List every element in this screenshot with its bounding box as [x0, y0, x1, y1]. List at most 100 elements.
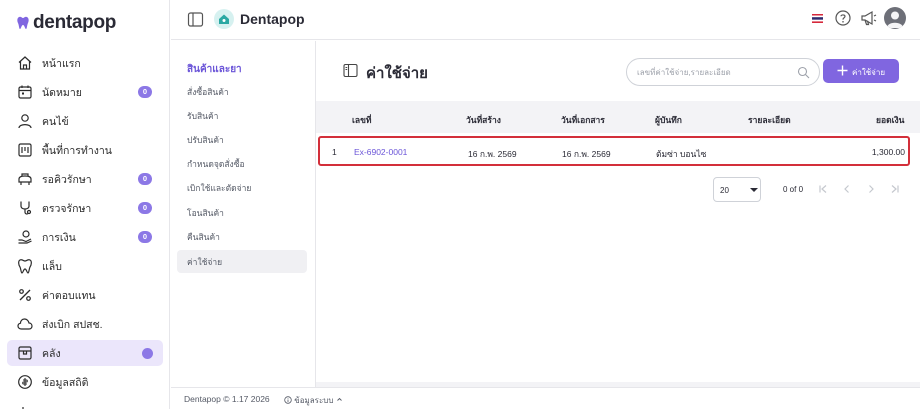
- nav-item-label: คลัง: [42, 347, 61, 360]
- last-page-icon[interactable]: [889, 183, 901, 195]
- waiting-icon: [18, 173, 32, 185]
- add-expense-button[interactable]: ค่าใช้จ่าย: [823, 59, 899, 83]
- app: dentapop หน้าแรก นัดหมาย 0 คนไข้ พื้นที่…: [0, 0, 920, 409]
- nav-item-appointments[interactable]: นัดหมาย 0: [7, 79, 163, 105]
- next-page-icon[interactable]: [865, 183, 877, 195]
- cloud-icon: [17, 318, 33, 330]
- search-input[interactable]: [637, 65, 787, 80]
- nav-item-inventory[interactable]: คลัง: [7, 340, 163, 366]
- count-badge: 0: [138, 231, 152, 243]
- more-nav-items-peek: [17, 401, 31, 409]
- count-badge: 0: [138, 202, 152, 214]
- nav-item-label: แล็บ: [42, 260, 62, 273]
- system-info-label: ข้อมูลระบบ: [294, 396, 334, 405]
- top-header: Dentapop: [171, 0, 920, 40]
- nav-item-lab[interactable]: แล็บ: [7, 253, 163, 279]
- amount-cell: 1,300.00: [871, 147, 905, 157]
- nav-item-label: ข้อมูลสถิติ: [42, 376, 89, 389]
- nav-item-label: คนไข้: [42, 115, 69, 128]
- nav-item-patients[interactable]: คนไข้: [7, 108, 163, 134]
- column-header-document-date[interactable]: วันที่เอกสาร: [561, 113, 605, 127]
- nav-item-finance[interactable]: การเงิน 0: [7, 224, 163, 250]
- finance-icon: [18, 230, 32, 244]
- column-header-detail[interactable]: รายละเอียด: [748, 113, 791, 127]
- column-header-recorder[interactable]: ผู้บันทึก: [655, 113, 682, 127]
- nav-item-label: นัดหมาย: [42, 86, 82, 99]
- document-date-cell: 16 ก.พ. 2569: [562, 149, 611, 159]
- user-icon: [18, 114, 32, 129]
- sidebar: dentapop หน้าแรก นัดหมาย 0 คนไข้ พื้นที่…: [0, 0, 170, 409]
- count-badge: 0: [138, 86, 152, 98]
- recorder-cell: ต้มซ่า บอนไซ: [656, 149, 707, 159]
- lab-tooth-icon: [18, 259, 32, 274]
- sidebar-toggle-icon[interactable]: [187, 11, 204, 28]
- nav-item-treatment[interactable]: ตรวจรักษา 0: [7, 195, 163, 221]
- expense-number-link[interactable]: Ex-6902-0001: [354, 147, 407, 157]
- submenu-item-transfer[interactable]: โอนสินค้า: [177, 201, 307, 224]
- nav-item-label: ตรวจรักษา: [42, 202, 92, 215]
- home-icon: [18, 56, 32, 70]
- help-icon[interactable]: [835, 10, 851, 26]
- system-info-link[interactable]: ข้อมูลระบบ: [284, 394, 343, 407]
- thai-flag-icon[interactable]: [812, 13, 823, 24]
- column-header-created-date[interactable]: วันที่สร้าง: [466, 113, 501, 127]
- header-title: Dentapop: [240, 11, 305, 27]
- info-icon: [284, 396, 292, 404]
- logo[interactable]: dentapop: [17, 12, 116, 34]
- footer-copyright: Dentapop © 1.17 2026: [184, 394, 270, 404]
- tooth-icon: [17, 16, 29, 29]
- nav-item-label: พื้นที่การทำงาน: [42, 144, 112, 157]
- first-page-icon[interactable]: [817, 183, 829, 195]
- treatment-icon: [20, 201, 32, 215]
- column-header-number[interactable]: เลขที่: [352, 113, 372, 127]
- nav-item-label: ส่งเบิก สปสช.: [42, 318, 103, 331]
- inventory-box-icon: [18, 346, 32, 360]
- megaphone-icon[interactable]: [860, 9, 878, 27]
- table-header: เลขที่ วันที่สร้าง วันที่เอกสาร ผู้บันทึ…: [316, 101, 920, 133]
- add-expense-label: ค่าใช้จ่าย: [852, 68, 886, 77]
- percent-icon: [19, 289, 31, 301]
- active-indicator-dot: [142, 347, 153, 359]
- submenu-item-purchase-order[interactable]: สั่งซื้อสินค้า: [177, 80, 307, 103]
- created-date-cell: 16 ก.พ. 2569: [468, 149, 517, 159]
- nav-item-statistics[interactable]: ข้อมูลสถิติ: [7, 369, 163, 395]
- nav-item-label: ค่าตอบแทน: [42, 289, 96, 302]
- previous-page-icon[interactable]: [841, 183, 853, 195]
- nav-item-label: หน้าแรก: [42, 57, 81, 70]
- search-box: [626, 58, 820, 86]
- submenu-item-reorder-point[interactable]: กำหนดจุดสั่งซื้อ: [177, 152, 307, 175]
- count-badge: 0: [138, 173, 152, 185]
- footer: Dentapop © 1.17 2026 ข้อมูลระบบ: [171, 387, 920, 409]
- nav-item-label: การเงิน: [42, 231, 76, 244]
- row-index: 1: [332, 147, 337, 157]
- column-header-amount[interactable]: ยอดเงิน: [876, 113, 904, 127]
- plus-icon: [837, 65, 848, 76]
- submenu-item-expenses[interactable]: ค่าใช้จ่าย: [177, 250, 307, 273]
- chevron-up-icon: [336, 397, 342, 401]
- brand-name: dentapop: [33, 12, 117, 33]
- pagination: 20 0 of 0: [713, 177, 913, 202]
- workspace-icon: [18, 143, 32, 157]
- inventory-submenu: สินค้าและยา สั่งซื้อสินค้า รับสินค้า ปรั…: [171, 41, 316, 387]
- nav-item-home[interactable]: หน้าแรก: [7, 50, 163, 76]
- submenu-heading: สินค้าและยา: [187, 64, 242, 75]
- nav-item-waiting-queue[interactable]: รอคิวรักษา 0: [7, 166, 163, 192]
- main-content: ค่าใช้จ่าย ค่าใช้จ่าย เลขที่ วันที่สร้าง…: [316, 41, 920, 387]
- calendar-icon: [18, 85, 32, 99]
- table-row[interactable]: 1 Ex-6902-0001 16 ก.พ. 2569 16 ก.พ. 2569…: [318, 136, 910, 166]
- search-icon[interactable]: [797, 66, 810, 79]
- nav-item-nhso-claim[interactable]: ส่งเบิก สปสช.: [7, 311, 163, 337]
- nav-item-compensation[interactable]: ค่าตอบแทน: [7, 282, 163, 308]
- nav-item-label: รอคิวรักษา: [42, 173, 92, 186]
- avatar[interactable]: [884, 7, 906, 29]
- submenu-item-return[interactable]: คืนสินค้า: [177, 225, 307, 248]
- caret-down-icon: [750, 188, 758, 192]
- panel-icon: [343, 63, 358, 78]
- nav-item-workspace[interactable]: พื้นที่การทำงาน: [7, 137, 163, 163]
- submenu-item-withdraw-dispense[interactable]: เบิกใช้และตัดจ่าย: [177, 176, 307, 199]
- page-size-select[interactable]: 20: [713, 177, 761, 202]
- submenu-item-adjust-stock[interactable]: ปรับสินค้า: [177, 128, 307, 151]
- home-badge-icon: [214, 9, 234, 29]
- submenu-item-receive-goods[interactable]: รับสินค้า: [177, 104, 307, 127]
- page-size-value: 20: [720, 186, 729, 195]
